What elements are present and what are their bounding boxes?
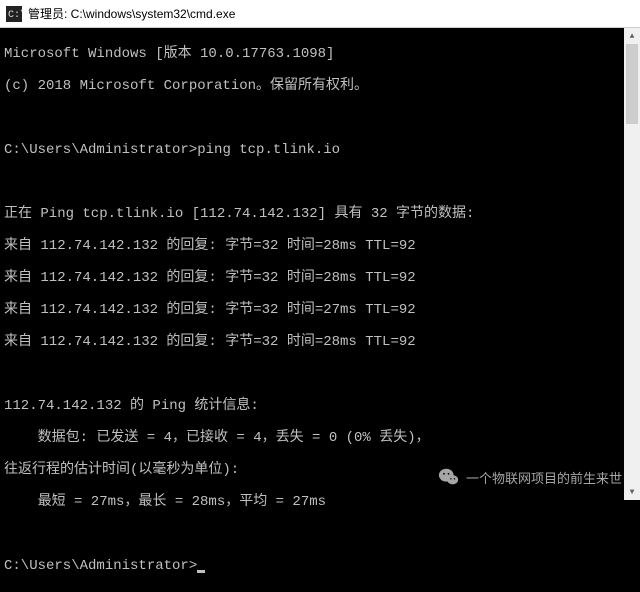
watermark: 一个物联网项目的前生来世 — [438, 466, 622, 488]
output-line: 数据包: 已发送 = 4，已接收 = 4，丢失 = 0 (0% 丢失)， — [4, 430, 636, 446]
output-line: 来自 112.74.142.132 的回复: 字节=32 时间=28ms TTL… — [4, 270, 636, 286]
output-line — [4, 110, 636, 126]
output-line: (c) 2018 Microsoft Corporation。保留所有权利。 — [4, 78, 636, 94]
output-line: 正在 Ping tcp.tlink.io [112.74.142.132] 具有… — [4, 206, 636, 222]
cmd-icon: C:\ — [6, 6, 22, 22]
output-line — [4, 366, 636, 382]
output-line: 112.74.142.132 的 Ping 统计信息: — [4, 398, 636, 414]
prompt-line: C:\Users\Administrator>ping tcp.tlink.io — [4, 142, 636, 158]
scrollbar-thumb[interactable] — [626, 44, 638, 124]
output-line: 来自 112.74.142.132 的回复: 字节=32 时间=27ms TTL… — [4, 302, 636, 318]
output-line: 来自 112.74.142.132 的回复: 字节=32 时间=28ms TTL… — [4, 238, 636, 254]
wechat-icon — [438, 466, 460, 488]
scrollbar-up-button[interactable]: ▲ — [624, 28, 640, 44]
svg-text:C:\: C:\ — [8, 9, 22, 21]
output-line: Microsoft Windows [版本 10.0.17763.1098] — [4, 46, 636, 62]
cursor — [197, 570, 205, 573]
output-line — [4, 526, 636, 542]
prompt: C:\Users\Administrator> — [4, 558, 197, 574]
prompt: C:\Users\Administrator> — [4, 142, 197, 158]
watermark-text: 一个物联网项目的前生来世 — [466, 468, 622, 487]
terminal-output[interactable]: Microsoft Windows [版本 10.0.17763.1098] (… — [0, 28, 640, 592]
output-line — [4, 174, 636, 190]
output-line: 来自 112.74.142.132 的回复: 字节=32 时间=28ms TTL… — [4, 334, 636, 350]
command-text: ping tcp.tlink.io — [197, 142, 340, 158]
prompt-line[interactable]: C:\Users\Administrator> — [4, 558, 636, 574]
scrollbar-down-button[interactable]: ▼ — [624, 484, 640, 500]
window-title-bar[interactable]: C:\ 管理员: C:\windows\system32\cmd.exe — [0, 0, 640, 28]
output-line: 最短 = 27ms，最长 = 28ms，平均 = 27ms — [4, 494, 636, 510]
vertical-scrollbar[interactable]: ▲ ▼ — [624, 28, 640, 500]
window-title: 管理员: C:\windows\system32\cmd.exe — [28, 5, 235, 22]
